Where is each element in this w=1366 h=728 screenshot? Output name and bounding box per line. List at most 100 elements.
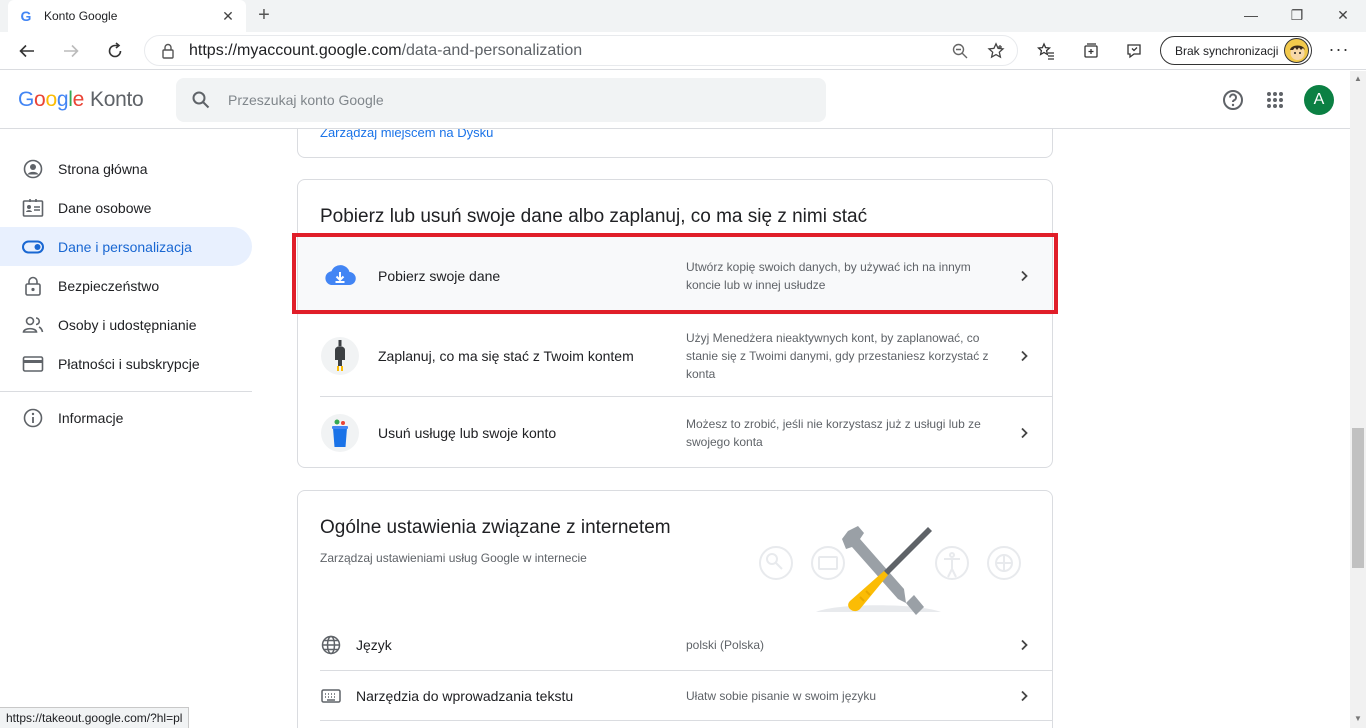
settings-more-button[interactable]: ··· bbox=[1326, 36, 1352, 66]
back-arrow-icon bbox=[19, 44, 34, 58]
account-avatar[interactable]: A bbox=[1304, 85, 1334, 115]
plan-account-label: Zaplanuj, co ma się stać z Twoim kontem bbox=[378, 347, 634, 364]
sidebar-item-label: Osoby i udostępnianie bbox=[58, 316, 197, 333]
sidebar-item-personal-info[interactable]: Dane osobowe bbox=[0, 188, 252, 227]
cloud-download-icon bbox=[320, 256, 360, 296]
chevron-right-icon bbox=[1014, 266, 1034, 286]
page-content: Zarządzaj miejscem na Dysku Pobierz lub … bbox=[0, 71, 1350, 728]
help-icon[interactable] bbox=[1218, 85, 1248, 115]
chevron-right-icon bbox=[1014, 635, 1034, 655]
credit-card-icon bbox=[22, 353, 44, 375]
refresh-button[interactable] bbox=[100, 36, 130, 66]
new-tab-button[interactable]: + bbox=[254, 4, 274, 28]
sidebar-item-label: Dane osobowe bbox=[58, 199, 152, 216]
forward-arrow-icon bbox=[64, 44, 79, 58]
language-row[interactable]: Język polski (Polska) bbox=[320, 619, 1052, 670]
scroll-down-icon[interactable]: ▼ bbox=[1353, 714, 1363, 724]
download-card-title: Pobierz lub usuń swoje dane albo zaplanu… bbox=[320, 206, 868, 227]
url-text[interactable]: https://myaccount.google.com/data-and-pe… bbox=[189, 42, 945, 60]
download-delete-card: Pobierz lub usuń swoje dane albo zaplanu… bbox=[297, 179, 1053, 468]
address-bar[interactable]: https://myaccount.google.com/data-and-pe… bbox=[144, 35, 1018, 66]
url-path: /data-and-personalization bbox=[401, 41, 583, 59]
sidebar-nav: Strona główna Dane osobowe Dane i person… bbox=[0, 149, 260, 437]
chevron-right-icon bbox=[1014, 686, 1034, 706]
favorite-star-icon[interactable] bbox=[981, 36, 1011, 66]
scrollbar-thumb[interactable] bbox=[1352, 428, 1364, 568]
logo-letter: o bbox=[45, 88, 57, 111]
page-scrollbar[interactable]: ▲ ▼ bbox=[1350, 71, 1366, 728]
sidebar-item-info[interactable]: Informacje bbox=[0, 398, 252, 437]
profile-avatar-icon bbox=[1284, 38, 1309, 63]
browser-toolbar: https://myaccount.google.com/data-and-pe… bbox=[0, 32, 1366, 70]
trash-bin-icon bbox=[320, 413, 360, 453]
chevron-right-icon bbox=[1014, 423, 1034, 443]
sidebar-item-data-personalization[interactable]: Dane i personalizacja bbox=[0, 227, 252, 266]
zoom-icon[interactable] bbox=[945, 36, 975, 66]
delete-service-label: Usuń usługę lub swoje konto bbox=[378, 424, 557, 441]
toggle-icon bbox=[22, 236, 44, 258]
input-tools-desc: Ułatw sobie pisanie w swoim języku bbox=[686, 688, 877, 703]
logo-letter: e bbox=[72, 88, 85, 111]
info-icon bbox=[22, 407, 44, 429]
url-base: https://myaccount.google.com bbox=[189, 41, 402, 59]
sidebar-item-security[interactable]: Bezpieczeństwo bbox=[0, 266, 252, 305]
feedback-icon[interactable] bbox=[1119, 36, 1149, 66]
people-icon bbox=[22, 314, 44, 336]
keyboard-icon bbox=[320, 685, 342, 707]
favorites-icon[interactable] bbox=[1031, 36, 1061, 66]
chevron-right-icon bbox=[1014, 346, 1034, 366]
account-search bbox=[176, 78, 826, 122]
language-value: polski (Polska) bbox=[686, 637, 765, 652]
sidebar-item-label: Dane i personalizacja bbox=[58, 238, 192, 255]
sidebar-divider bbox=[0, 391, 252, 392]
sync-status-label: Brak synchronizacji bbox=[1175, 43, 1279, 58]
delete-service-row[interactable]: Usuń usługę lub swoje konto Możesz to zr… bbox=[320, 396, 1052, 467]
sidebar-item-label: Płatności i subskrypcje bbox=[58, 355, 200, 372]
sidebar-item-home[interactable]: Strona główna bbox=[0, 149, 252, 188]
globe-icon bbox=[320, 634, 342, 656]
language-label: Język bbox=[356, 636, 392, 653]
minimize-button[interactable]: — bbox=[1228, 2, 1274, 30]
sidebar-item-label: Bezpieczeństwo bbox=[58, 277, 160, 294]
id-card-icon bbox=[22, 197, 44, 219]
logo-letter: G bbox=[18, 88, 35, 111]
apps-grid-icon[interactable] bbox=[1260, 85, 1290, 115]
restore-button[interactable]: ❐ bbox=[1274, 2, 1320, 30]
browser-tab[interactable]: G Konto Google ✕ bbox=[8, 0, 246, 32]
account-circle-icon bbox=[22, 158, 44, 180]
delete-service-desc: Możesz to zrobić, jeśli nie korzystasz j… bbox=[686, 416, 981, 449]
tab-title: Konto Google bbox=[44, 9, 118, 23]
download-data-row[interactable]: Pobierz swoje dane Utwórz kopię swoich d… bbox=[298, 237, 1052, 315]
plan-account-row[interactable]: Zaplanuj, co ma się stać z Twoim kontem … bbox=[320, 315, 1052, 396]
sidebar-item-people-sharing[interactable]: Osoby i udostępnianie bbox=[0, 305, 252, 344]
lock-icon[interactable] bbox=[159, 42, 177, 60]
google-account-logo[interactable]: Google Konto bbox=[18, 88, 144, 112]
plug-icon bbox=[320, 336, 360, 376]
input-tools-row[interactable]: Narzędzia do wprowadzania tekstu Ułatw s… bbox=[320, 670, 1052, 720]
sidebar-item-payments[interactable]: Płatności i subskrypcje bbox=[0, 344, 252, 383]
web-settings-card: Ogólne ustawienia związane z internetem … bbox=[297, 490, 1053, 728]
status-bar-url: https://takeout.google.com/?hl=pl bbox=[0, 707, 190, 728]
refresh-icon bbox=[108, 42, 122, 58]
app-header: Google Konto A bbox=[0, 71, 1350, 129]
logo-letter: g bbox=[56, 88, 69, 111]
sync-status-button[interactable]: Brak synchronizacji bbox=[1160, 36, 1312, 65]
download-data-desc: Utwórz kopię swoich danych, by używać ic… bbox=[686, 260, 971, 292]
forward-button[interactable] bbox=[56, 36, 86, 66]
sidebar-item-label: Strona główna bbox=[58, 160, 148, 177]
plan-account-desc: Użyj Menedżera nieaktywnych kont, by zap… bbox=[686, 330, 989, 381]
window-close-button[interactable]: ✕ bbox=[1320, 2, 1366, 30]
google-favicon-icon: G bbox=[20, 8, 32, 24]
download-data-label: Pobierz swoje dane bbox=[378, 268, 501, 284]
tab-close-icon[interactable]: ✕ bbox=[220, 8, 236, 25]
logo-letter: o bbox=[34, 88, 46, 111]
sidebar-item-label: Informacje bbox=[58, 409, 124, 426]
back-button[interactable] bbox=[12, 36, 42, 66]
account-search-input[interactable] bbox=[228, 92, 788, 108]
browser-tabstrip: G Konto Google ✕ + — ❐ ✕ bbox=[0, 0, 1366, 32]
lock-icon bbox=[22, 275, 44, 297]
collections-icon[interactable] bbox=[1076, 36, 1106, 66]
search-icon[interactable] bbox=[192, 91, 210, 109]
input-tools-label: Narzędzia do wprowadzania tekstu bbox=[356, 687, 574, 704]
scroll-up-icon[interactable]: ▲ bbox=[1353, 74, 1363, 84]
